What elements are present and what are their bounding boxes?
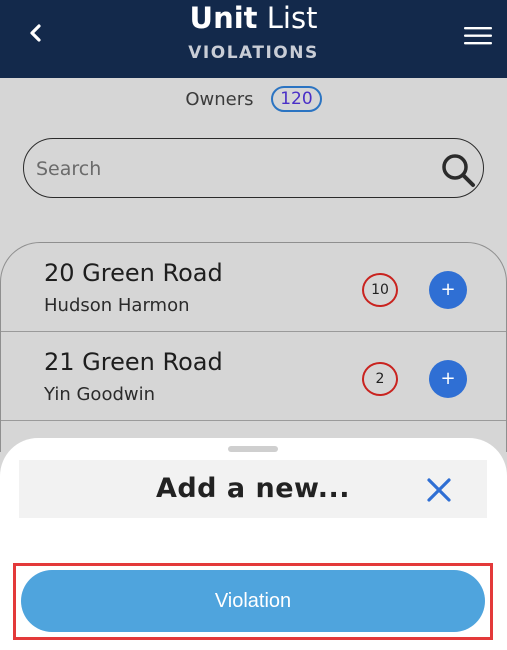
unit-list: 20 Green Road Hudson Harmon 10 + 21 Gree…: [0, 242, 507, 452]
search-input[interactable]: [36, 153, 396, 185]
violation-button[interactable]: Violation: [21, 570, 485, 632]
add-violation-button[interactable]: +: [429, 271, 467, 309]
sheet-title: Add a new...: [155, 473, 351, 504]
app-header: Unit List VIOLATIONS: [0, 0, 507, 78]
owners-count-badge: 120: [271, 86, 322, 112]
search-bar: [23, 138, 484, 198]
page-title: Unit List: [189, 1, 318, 35]
unit-owner: Hudson Harmon: [44, 295, 190, 316]
hamburger-menu-icon[interactable]: [463, 26, 493, 46]
page-subtitle: VIOLATIONS: [188, 43, 319, 63]
unit-address: 20 Green Road: [44, 259, 223, 287]
owners-label: Owners: [185, 88, 254, 110]
sheet-drag-handle[interactable]: [228, 446, 278, 452]
unit-address: 21 Green Road: [44, 348, 223, 376]
violation-count-badge: 2: [362, 362, 398, 396]
unit-row[interactable]: 20 Green Road Hudson Harmon 10 +: [1, 243, 506, 332]
close-icon[interactable]: [425, 476, 453, 504]
violation-count-badge: 10: [362, 273, 398, 307]
unit-owner: Yin Goodwin: [44, 384, 156, 405]
unit-row[interactable]: 21 Green Road Yin Goodwin 2 +: [1, 332, 506, 421]
search-icon[interactable]: [439, 151, 477, 189]
sheet-header: Add a new...: [19, 460, 487, 518]
add-violation-button[interactable]: +: [429, 360, 467, 398]
owners-summary: Owners 120: [0, 86, 507, 112]
